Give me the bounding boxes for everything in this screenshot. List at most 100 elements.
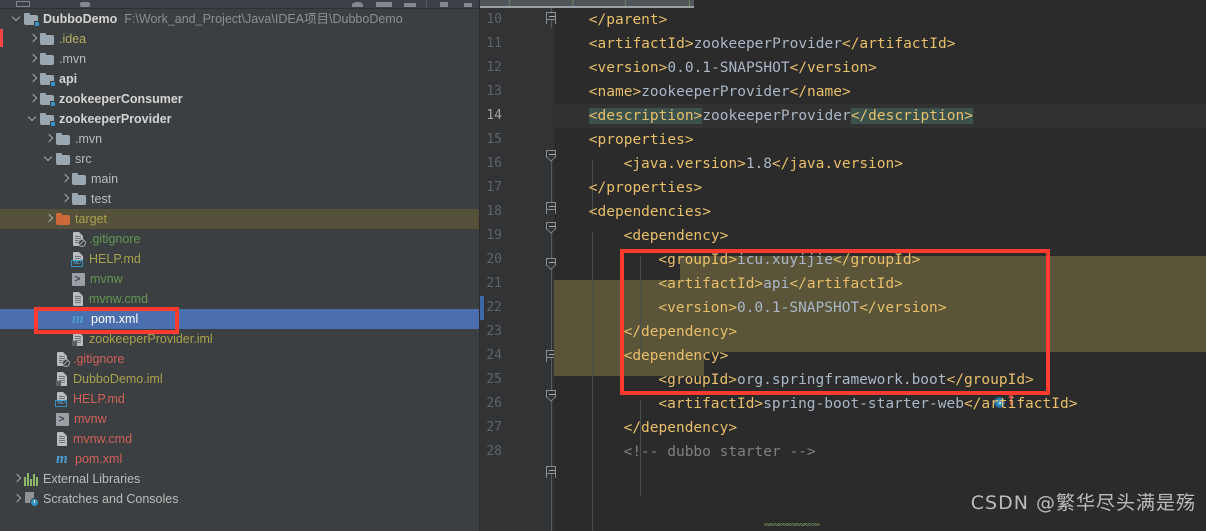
code-line[interactable]: <groupId>org.springframework.boot</group… — [658, 368, 1033, 392]
tree-node-list[interactable]: .idea .mvn api zookeeperConsumer zookeeperPr… — [0, 29, 480, 509]
code-token: zookeeperProvider — [702, 108, 851, 124]
code-line[interactable]: <version>0.0.1-SNAPSHOT</version> — [658, 296, 946, 320]
folder-icon — [72, 193, 86, 205]
toolbar-icon-2[interactable] — [80, 2, 90, 7]
tree-row--mvn[interactable]: .mvn — [0, 49, 480, 69]
tree-item-label: .gitignore — [73, 352, 125, 366]
code-token: <dependency> — [623, 348, 729, 364]
folder-icon — [72, 173, 86, 185]
tree-row-src[interactable]: src — [0, 149, 480, 169]
code-line[interactable]: </dependency> — [624, 416, 738, 440]
shell-file-icon — [72, 271, 85, 291]
tree-row-mvnw-cmd[interactable]: mvnw.cmd — [0, 289, 480, 309]
code-line[interactable]: <java.version>1.8</java.version> — [624, 152, 903, 176]
tree-row-scratches-and-consoles[interactable]: Scratches and Consoles — [0, 489, 480, 509]
toolbar-icon-1[interactable] — [16, 1, 30, 7]
chevron-right-icon[interactable] — [26, 69, 40, 89]
code-line[interactable]: <properties> — [589, 128, 694, 152]
tree-row-help-md[interactable]: MD HELP.md — [0, 389, 480, 409]
tree-row-test[interactable]: test — [0, 189, 480, 209]
tree-row-zookeeperconsumer[interactable]: zookeeperConsumer — [0, 89, 480, 109]
maven-file-icon: m — [72, 311, 84, 327]
tree-item-label: test — [91, 192, 112, 206]
chevron-right-icon[interactable] — [42, 129, 56, 149]
project-root-label: DubboDemo — [43, 12, 118, 26]
code-line[interactable]: <artifactId>api</artifactId> — [658, 272, 902, 296]
chevron-right-icon[interactable] — [26, 89, 40, 109]
code-text-area[interactable]: </parent> <artifactId>zookeeperProvider</… — [554, 8, 1206, 531]
tree-item-label: .gitignore — [89, 232, 141, 246]
code-line[interactable]: <description>zookeeperProvider</descript… — [588, 104, 973, 128]
chevron-down-icon[interactable] — [26, 109, 40, 129]
code-line[interactable]: <version>0.0.1-SNAPSHOT</version> — [589, 56, 877, 80]
code-token: </version> — [859, 300, 947, 316]
editor-top-cropped-line: | ( | ) — [480, 0, 1206, 8]
tree-row-pom-xml[interactable]: m pom.xml — [0, 309, 480, 329]
code-line[interactable]: <artifactId>zookeeperProvider</artifactI… — [589, 32, 956, 56]
tree-row-target[interactable]: target — [0, 209, 480, 229]
code-token: </name> — [789, 84, 851, 100]
tree-row-root[interactable]: DubboDemo F:\Work_and_Project\Java\IDEA项… — [0, 9, 480, 29]
tree-row-help-md[interactable]: MD HELP.md — [0, 249, 480, 269]
tree-row--gitignore[interactable]: .gitignore — [0, 349, 480, 369]
code-token: <groupId> — [658, 372, 737, 388]
tree-row-mvnw-cmd[interactable]: mvnw.cmd — [0, 429, 480, 449]
markdown-file-icon: MD — [55, 392, 68, 407]
main-toolbar-strip — [0, 0, 480, 9]
tree-row-main[interactable]: main — [0, 169, 480, 189]
ide-window: DubboDemo F:\Work_and_Project\Java\IDEA项… — [0, 0, 1206, 531]
chevron-right-icon[interactable] — [26, 29, 40, 49]
code-line[interactable]: <groupId>icu.xuyijie</groupId> — [658, 248, 920, 272]
tree-row-zookeeperprovider-iml[interactable]: zookeeperProvider.iml — [0, 329, 480, 349]
tree-row--idea[interactable]: .idea — [0, 29, 480, 49]
code-line[interactable]: </dependency> — [624, 320, 738, 344]
chevron-down-icon[interactable] — [10, 9, 24, 29]
chevron-right-icon[interactable] — [42, 209, 56, 229]
tree-row-zookeeperprovider[interactable]: zookeeperProvider — [0, 109, 480, 129]
code-line[interactable]: </properties> — [589, 176, 703, 200]
tree-row-pom-xml[interactable]: m pom.xml — [0, 449, 480, 469]
tree-row--mvn[interactable]: .mvn — [0, 129, 480, 149]
toolbar-icon-4[interactable] — [376, 2, 392, 7]
line-number: 25 — [486, 372, 502, 387]
code-token: 0.0.1-SNAPSHOT — [667, 60, 790, 76]
code-token: 1.8 — [745, 156, 773, 172]
toolbar-icon-7[interactable] — [464, 3, 472, 7]
code-line[interactable]: <dependencies> — [589, 200, 711, 224]
excluded-folder-icon — [56, 213, 70, 225]
tree-row--gitignore[interactable]: .gitignore — [0, 229, 480, 249]
code-token: <!-- dubbo starter --> — [623, 444, 816, 460]
code-line[interactable]: <dependency> — [624, 344, 729, 368]
scratches-icon — [24, 492, 39, 507]
editor-gutter[interactable]: 10 11 12 13 14 15 16 17 18 19 20 21 22 23 24 25 26 27 28 — [480, 8, 554, 531]
project-tree-panel[interactable]: DubboDemo F:\Work_and_Project\Java\IDEA项… — [0, 9, 480, 531]
chevron-right-icon[interactable] — [26, 49, 40, 69]
project-root-path: F:\Work_and_Project\Java\IDEA项目\DubboDem… — [124, 12, 403, 26]
tree-row-api[interactable]: api — [0, 69, 480, 89]
tree-item-label: zookeeperProvider.iml — [89, 332, 213, 346]
code-token: <properties> — [588, 132, 694, 148]
toolbar-icon-6[interactable] — [440, 2, 448, 7]
tree-item-label: mvnw — [90, 272, 123, 286]
code-line[interactable]: <artifactId>spring-boot-starter-web</art… — [658, 392, 1077, 416]
chevron-right-icon[interactable] — [58, 169, 72, 189]
code-line[interactable]: <name>zookeeperProvider</name> — [589, 80, 851, 104]
maven-file-icon: m — [56, 451, 68, 467]
chevron-down-icon[interactable] — [42, 149, 56, 169]
code-line[interactable]: <dependency> — [624, 224, 729, 248]
chevron-right-icon[interactable] — [10, 489, 24, 509]
code-line[interactable]: <!-- dubbo starter --> — [624, 440, 816, 464]
code-editor[interactable]: | ( | ) 10 11 12 13 14 15 16 17 18 19 20 21 22 23 24 25… — [480, 0, 1206, 531]
chevron-right-icon[interactable] — [10, 469, 24, 489]
tree-row-mvnw[interactable]: mvnw — [0, 409, 480, 431]
toolbar-icon-5[interactable] — [404, 3, 416, 7]
tree-row-dubbodemo-iml[interactable]: DubboDemo.iml — [0, 369, 480, 389]
code-line[interactable]: </parent> — [589, 8, 668, 32]
tree-item-label: target — [75, 212, 107, 226]
tree-item-label: mvnw.cmd — [73, 432, 133, 446]
tree-item-label: Scratches and Consoles — [43, 492, 179, 506]
tree-row-mvnw[interactable]: mvnw — [0, 269, 480, 291]
chevron-right-icon[interactable] — [58, 189, 72, 209]
toolbar-icon-3[interactable] — [352, 2, 363, 7]
tree-row-external-libraries[interactable]: External Libraries — [0, 469, 480, 489]
